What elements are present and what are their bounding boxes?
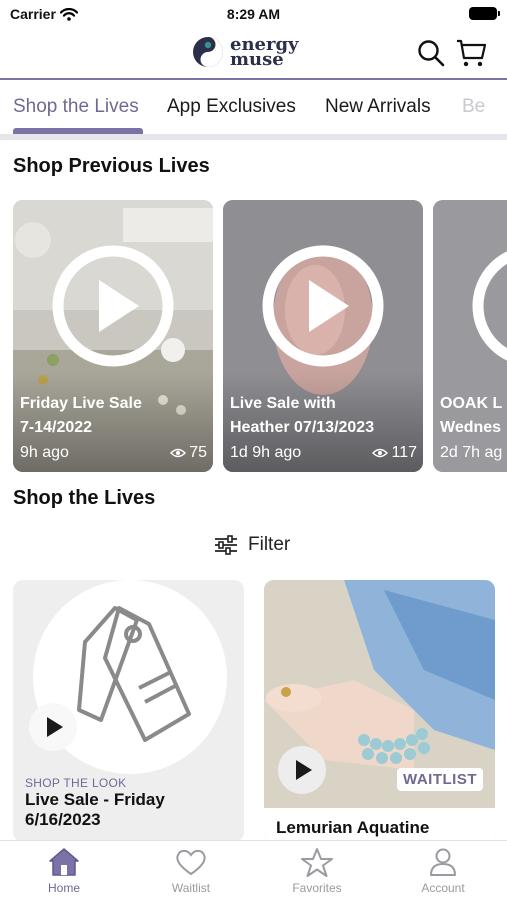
- home-icon: [49, 848, 79, 876]
- live-age: 1d 9h ago: [230, 444, 302, 461]
- card-title: Lemurian Aquatine: [276, 818, 430, 837]
- app-header: energy muse: [0, 28, 507, 78]
- live-title-line-2: Wednes: [440, 419, 502, 436]
- filter-button[interactable]: Filter: [214, 534, 290, 556]
- play-button[interactable]: [29, 703, 77, 751]
- energy-muse-logo[interactable]: energy muse: [192, 36, 299, 69]
- search-icon[interactable]: [416, 38, 446, 68]
- live-title-line-2: 7-14/2022: [20, 419, 93, 436]
- live-title-line-1: OOAK L: [440, 395, 503, 412]
- live-title: Friday Live Sale 7-14/2022: [20, 392, 142, 440]
- live-card[interactable]: Friday Live Sale 7-14/2022 9h ago 75: [13, 200, 213, 472]
- category-tabs: Shop the Lives App Exclusives New Arriva…: [0, 80, 507, 134]
- battery-icon: [469, 7, 500, 20]
- eye-icon: [170, 448, 187, 458]
- product-card[interactable]: SHOP THE LOOK Live Sale - Friday 6/16/20…: [13, 580, 244, 842]
- live-title: OOAK L Wednes: [440, 392, 502, 440]
- nav-account-label: Account: [421, 881, 465, 895]
- live-age: 2d 7h ag: [440, 444, 503, 461]
- section-title-shop-the-lives: Shop the Lives: [13, 487, 156, 509]
- status-bar: Carrier 8:29 AM: [0, 0, 507, 28]
- live-title-line-1: Friday Live Sale: [20, 395, 142, 412]
- play-icon[interactable]: [51, 244, 175, 368]
- nav-favorites[interactable]: Favorites: [272, 847, 362, 895]
- logo-wordmark: energy muse: [230, 36, 299, 69]
- nav-home[interactable]: Home: [19, 847, 109, 895]
- live-age: 9h ago: [20, 444, 69, 461]
- live-views: 117: [372, 444, 417, 462]
- filter-sliders-icon: [215, 535, 237, 555]
- section-title-previous-lives: Shop Previous Lives: [13, 155, 210, 177]
- tab-new-arrivals[interactable]: New Arrivals: [325, 96, 431, 118]
- live-title-line-2: Heather 07/13/2023: [230, 419, 375, 436]
- star-icon: [301, 848, 333, 877]
- eye-icon: [372, 448, 389, 458]
- play-button[interactable]: [278, 746, 326, 794]
- live-title: Live Sale with Heather 07/13/2023: [230, 392, 374, 440]
- live-card[interactable]: Live Sale with Heather 07/13/2023 1d 9h …: [223, 200, 423, 472]
- play-icon: [47, 717, 63, 737]
- live-card[interactable]: OOAK L Wednes 2d 7h ag: [433, 200, 507, 472]
- tabs-divider: [0, 134, 507, 140]
- clock: 8:29 AM: [226, 6, 281, 22]
- play-icon[interactable]: [261, 244, 385, 368]
- nav-waitlist[interactable]: Waitlist: [146, 847, 236, 895]
- tab-shop-the-lives[interactable]: Shop the Lives: [13, 96, 139, 118]
- card-eyebrow: SHOP THE LOOK: [25, 776, 127, 790]
- price-tag-icon: [77, 606, 191, 742]
- live-views-count: 75: [189, 444, 207, 461]
- logo-mark-icon: [193, 37, 223, 67]
- product-card[interactable]: WAITLIST Lemurian Aquatine: [264, 580, 495, 842]
- live-views-count: 117: [391, 444, 417, 461]
- nav-favorites-label: Favorites: [292, 881, 342, 895]
- card-title: Live Sale - Friday 6/16/2023: [25, 790, 165, 829]
- tab-overflow[interactable]: Be: [462, 96, 485, 118]
- nav-waitlist-label: Waitlist: [171, 881, 211, 895]
- nav-home-label: Home: [47, 881, 80, 895]
- filter-label: Filter: [248, 534, 291, 555]
- play-icon: [296, 760, 312, 780]
- heart-icon: [176, 849, 206, 876]
- person-icon: [430, 848, 456, 876]
- nav-account[interactable]: Account: [398, 847, 488, 895]
- live-views: 75: [170, 444, 207, 462]
- tab-app-exclusives[interactable]: App Exclusives: [167, 96, 296, 118]
- cart-icon[interactable]: [456, 38, 486, 68]
- live-title-line-1: Live Sale with: [230, 395, 336, 412]
- waitlist-badge: WAITLIST: [397, 768, 483, 791]
- bottom-nav: Home Waitlist Favorites Account: [0, 840, 507, 900]
